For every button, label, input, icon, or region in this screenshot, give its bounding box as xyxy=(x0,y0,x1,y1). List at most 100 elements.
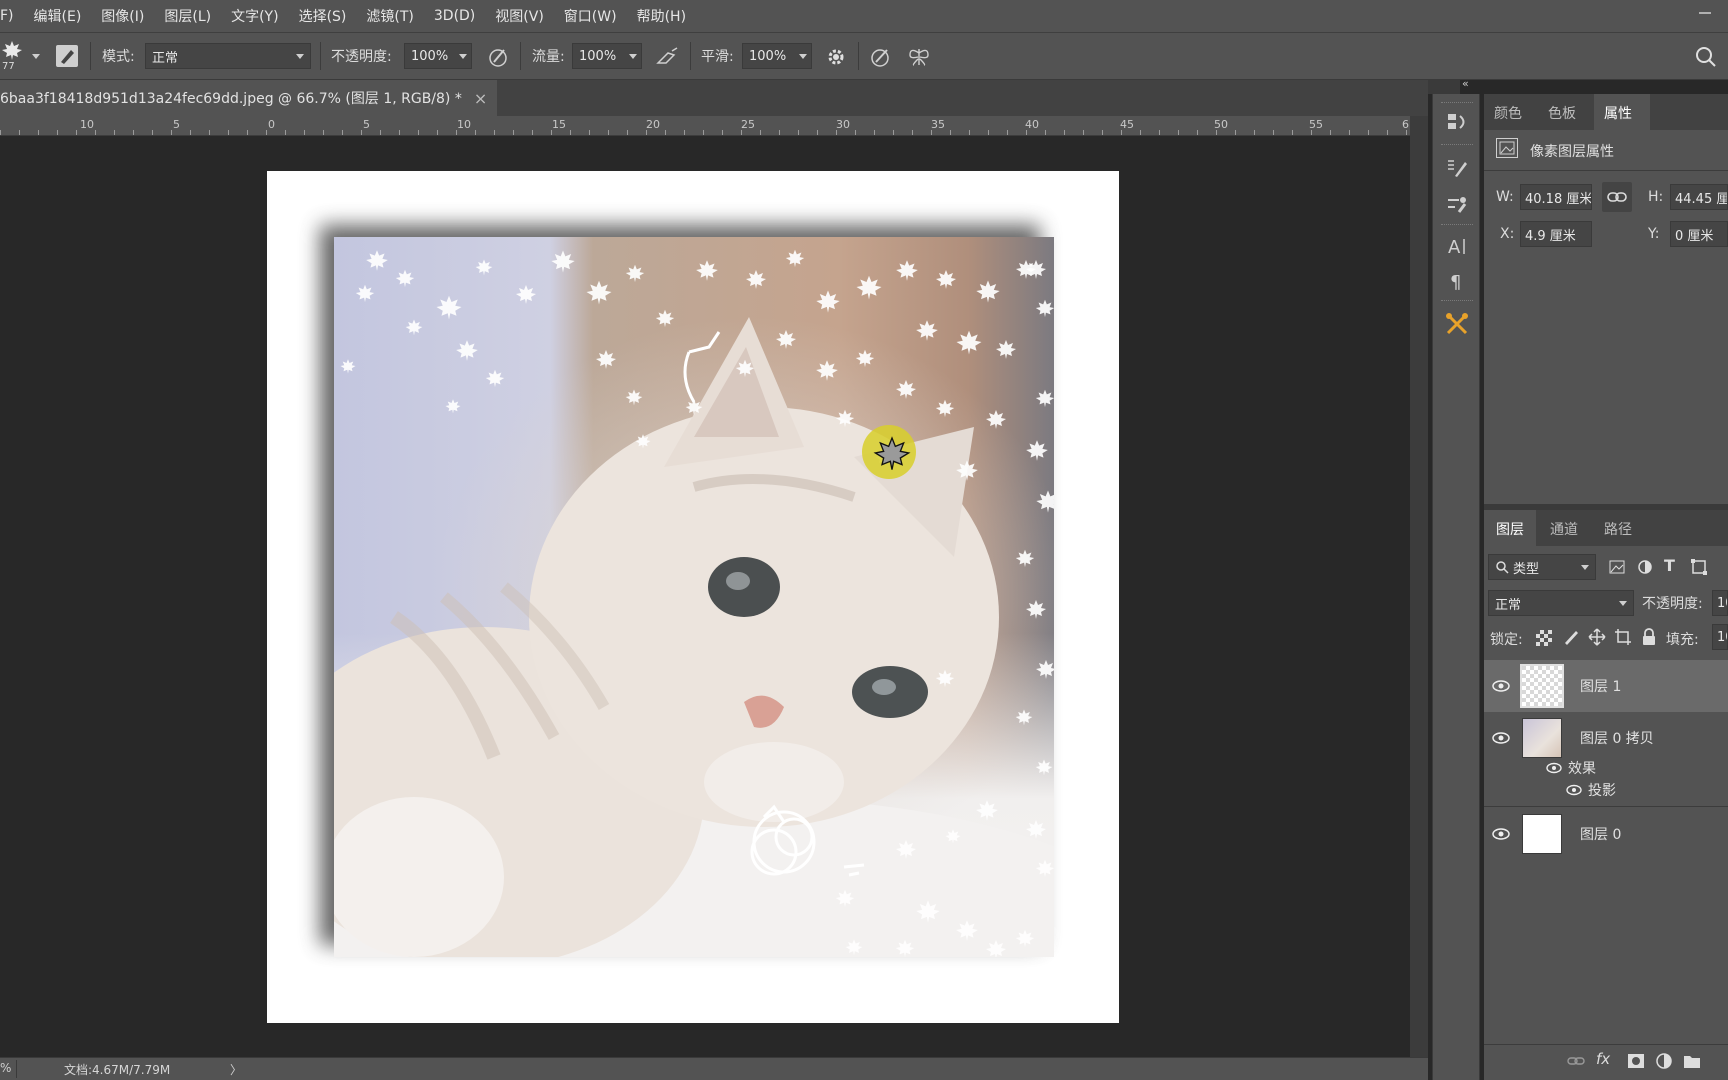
layer-name[interactable]: 图层 0 xyxy=(1580,824,1621,844)
separator xyxy=(1441,300,1473,302)
mode-value: 正常 xyxy=(152,50,179,66)
menu-type[interactable]: 文字(Y) xyxy=(221,6,288,26)
zoom-level[interactable]: % xyxy=(0,1061,11,1075)
layer-row-layer0-copy[interactable]: 图层 0 拷贝 xyxy=(1484,712,1728,764)
pressure-opacity-icon[interactable] xyxy=(486,45,510,69)
divider xyxy=(1484,170,1728,171)
maple-leaf-stamp xyxy=(1024,437,1050,466)
menu-filter[interactable]: 滤镜(T) xyxy=(356,6,423,26)
x-field[interactable]: 4.9 厘米 xyxy=(1520,221,1592,247)
add-mask-icon[interactable] xyxy=(1626,1052,1646,1070)
ruler-tick xyxy=(1254,130,1255,135)
pressure-icon[interactable] xyxy=(868,45,892,69)
cat-photo-layer[interactable] xyxy=(334,237,1054,957)
layer-opacity-input[interactable]: 10 xyxy=(1712,590,1728,616)
tab-color[interactable]: 颜色 xyxy=(1494,103,1522,123)
lock-artboard-icon[interactable] xyxy=(1614,628,1632,646)
maple-leaf-stamp xyxy=(1024,257,1048,284)
chevron-down-icon[interactable] xyxy=(32,54,40,59)
eye-icon[interactable] xyxy=(1546,762,1562,774)
lock-paint-icon[interactable] xyxy=(1562,628,1580,646)
ruler-tick xyxy=(399,130,400,135)
filter-adjustment-icon[interactable] xyxy=(1636,558,1654,576)
layer-filter-select[interactable]: 类型 xyxy=(1488,554,1596,580)
width-field[interactable]: 40.18 厘米 xyxy=(1520,184,1592,210)
brush-presets-icon[interactable] xyxy=(1443,190,1471,218)
drop-shadow-effect-label[interactable]: 投影 xyxy=(1588,780,1616,800)
y-field[interactable]: 0 厘米 xyxy=(1670,221,1728,247)
menu-image[interactable]: 图像(I) xyxy=(91,6,154,26)
maple-leaf-brush-icon[interactable]: 77 xyxy=(0,39,24,75)
height-field[interactable]: 44.45 厘米 xyxy=(1670,184,1728,210)
link-layers-icon[interactable] xyxy=(1566,1052,1586,1070)
airbrush-icon[interactable] xyxy=(654,45,680,69)
ruler-tick xyxy=(1349,130,1350,135)
ruler-label: 0 xyxy=(268,118,275,131)
group-folder-icon[interactable] xyxy=(1682,1052,1702,1070)
tab-swatches[interactable]: 色板 xyxy=(1548,103,1576,123)
ruler-tick xyxy=(570,130,571,135)
brush-settings-icon[interactable] xyxy=(56,45,78,67)
eye-icon[interactable] xyxy=(1492,828,1510,840)
history-icon[interactable] xyxy=(1443,108,1471,136)
opacity-input[interactable]: 100% xyxy=(404,43,472,69)
link-icon[interactable] xyxy=(1602,182,1632,212)
menu-file[interactable]: F) xyxy=(0,8,24,24)
panel-collapse-bar[interactable]: « xyxy=(1428,77,1469,94)
fill-input[interactable]: 10 xyxy=(1712,624,1728,650)
tab-properties[interactable]: 属性 xyxy=(1604,103,1632,123)
menu-help[interactable]: 帮助(H) xyxy=(627,6,696,26)
adjustment-layer-icon[interactable] xyxy=(1654,1052,1674,1070)
layer-name[interactable]: 图层 0 拷贝 xyxy=(1580,728,1654,748)
vertical-scrollbar[interactable] xyxy=(1410,116,1428,1057)
menu-select[interactable]: 选择(S) xyxy=(289,6,357,26)
mode-select[interactable]: 正常 xyxy=(145,43,311,69)
menu-view[interactable]: 视图(V) xyxy=(485,6,554,26)
close-icon[interactable]: × xyxy=(474,89,487,108)
filter-pixel-icon[interactable] xyxy=(1608,558,1626,576)
eye-icon[interactable] xyxy=(1492,732,1510,744)
menu-3d[interactable]: 3D(D) xyxy=(424,8,485,24)
paragraph-icon[interactable]: ¶ xyxy=(1443,266,1471,294)
filter-type-icon[interactable]: T xyxy=(1664,556,1682,575)
ruler-tick xyxy=(1159,130,1160,135)
menu-layer[interactable]: 图层(L) xyxy=(154,6,221,26)
separator xyxy=(1441,224,1473,226)
ruler-tick xyxy=(513,130,514,135)
fx-icon[interactable]: fx xyxy=(1596,1050,1618,1070)
ruler-tick xyxy=(684,130,685,135)
menu-window[interactable]: 窗口(W) xyxy=(554,6,627,26)
tab-paths[interactable]: 路径 xyxy=(1604,519,1632,539)
smooth-input[interactable]: 100% xyxy=(742,43,812,69)
double-chevron-icon[interactable]: « xyxy=(1462,77,1469,90)
layer-row-layer1[interactable]: 图层 1 xyxy=(1484,660,1728,712)
status-menu-arrow[interactable]: 〉 xyxy=(230,1061,242,1078)
filter-shape-icon[interactable] xyxy=(1690,558,1708,576)
maple-leaf-stamp xyxy=(594,347,618,374)
layer-row-layer0[interactable]: 图层 0 xyxy=(1484,808,1728,860)
layer-name[interactable]: 图层 1 xyxy=(1580,676,1621,696)
character-icon[interactable]: A xyxy=(1443,232,1471,260)
butterfly-symmetry-icon[interactable] xyxy=(906,45,932,69)
lock-all-icon[interactable] xyxy=(1640,628,1658,646)
eye-icon[interactable] xyxy=(1566,784,1582,796)
tab-layers[interactable]: 图层 xyxy=(1496,519,1524,539)
search-icon[interactable] xyxy=(1694,45,1718,69)
flow-input[interactable]: 100% xyxy=(572,43,642,69)
blend-mode-select[interactable]: 正常 xyxy=(1488,590,1634,616)
separator xyxy=(690,42,691,70)
tool-presets-icon[interactable] xyxy=(1443,310,1471,338)
canvas-area[interactable] xyxy=(0,137,1410,1057)
maple-leaf-stamp xyxy=(1034,297,1054,322)
menu-edit[interactable]: 编辑(E) xyxy=(24,6,92,26)
lock-position-icon[interactable] xyxy=(1588,628,1606,646)
brush-panel-icon[interactable] xyxy=(1443,154,1471,182)
eye-icon[interactable] xyxy=(1492,680,1510,692)
lock-transparency-icon[interactable] xyxy=(1536,630,1552,646)
gear-icon[interactable] xyxy=(824,45,848,69)
maple-leaf-stamp xyxy=(1034,487,1054,518)
minimize-icon[interactable] xyxy=(1696,4,1714,22)
document-tab[interactable]: 6baa3f18418d951d13a24fec69dd.jpeg @ 66.7… xyxy=(0,80,498,116)
tab-channels[interactable]: 通道 xyxy=(1550,519,1578,539)
maple-leaf-stamp xyxy=(1014,927,1036,952)
